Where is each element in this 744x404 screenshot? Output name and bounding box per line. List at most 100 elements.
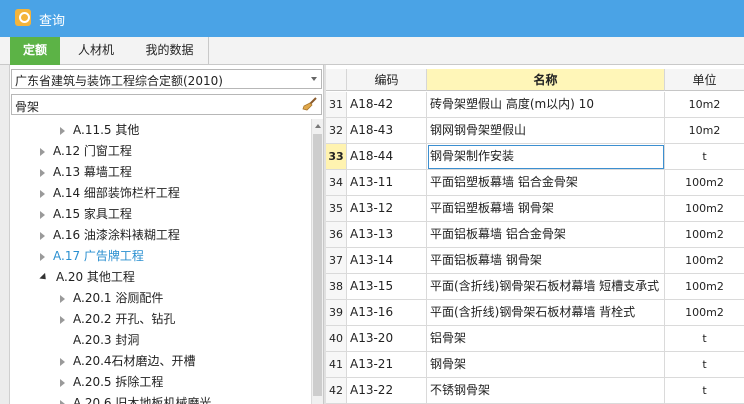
row-number-cell: 33: [326, 144, 347, 170]
tree-node[interactable]: A.12 门窗工程: [40, 141, 132, 162]
table-row[interactable]: 32 A18-43 钢网钢骨架塑假山 10m2: [326, 118, 744, 144]
tree-node[interactable]: A.15 家具工程: [40, 204, 132, 225]
code-column-header[interactable]: 编码: [347, 69, 427, 91]
name-cell: 平面铝塑板幕墙 铝合金骨架: [427, 170, 665, 196]
collapsed-triangle-icon[interactable]: [60, 399, 65, 404]
tree-node-label: A.12 门窗工程: [53, 144, 132, 158]
tree-node[interactable]: A.20.3 封洞: [60, 330, 139, 351]
tree-node[interactable]: A.20.1 浴厕配件: [60, 288, 163, 309]
table-row[interactable]: 38 A13-15 平面(含折线)钢骨架石板材幕墙 短槽支承式 100m2: [326, 274, 744, 300]
code-cell: A18-43: [347, 118, 427, 144]
row-number-cell: 32: [326, 118, 347, 144]
code-cell: A18-44: [347, 144, 427, 170]
tree-node[interactable]: A.20.4石材磨边、开槽: [60, 351, 196, 372]
collapsed-triangle-icon[interactable]: [40, 231, 45, 240]
collapsed-triangle-icon[interactable]: [40, 189, 45, 198]
quota-library-select[interactable]: 广东省建筑与装饰工程综合定额(2010): [11, 69, 322, 89]
search-input[interactable]: 骨架: [11, 94, 322, 115]
row-number-cell: 42: [326, 378, 347, 404]
tree-node-label: A.16 油漆涂料裱糊工程: [53, 228, 180, 242]
row-number-cell: 41: [326, 352, 347, 378]
name-cell: 钢骨架: [427, 352, 665, 378]
table-row[interactable]: 34 A13-11 平面铝塑板幕墙 铝合金骨架 100m2: [326, 170, 744, 196]
chevron-down-icon[interactable]: [311, 77, 317, 81]
code-cell: A13-20: [347, 326, 427, 352]
table-row[interactable]: 36 A13-13 平面铝板幕墙 铝合金骨架 100m2: [326, 222, 744, 248]
title-bar: 查询: [0, 0, 744, 37]
tab-labor-material-machine[interactable]: 人材机: [63, 37, 129, 65]
code-cell: A13-21: [347, 352, 427, 378]
collapsed-triangle-icon[interactable]: [40, 210, 45, 219]
collapsed-triangle-icon[interactable]: [40, 168, 45, 177]
tree-node[interactable]: A.20.5 拆除工程: [60, 372, 163, 393]
tree-node-label: A.15 家具工程: [53, 207, 132, 221]
clear-broom-icon[interactable]: [302, 97, 318, 111]
tree-node-label: A.14 细部装饰栏杆工程: [53, 186, 180, 200]
app-icon: [15, 9, 31, 26]
table-row[interactable]: 42 A13-22 不锈钢骨架 t: [326, 378, 744, 404]
unit-cell: 100m2: [665, 300, 744, 326]
collapsed-triangle-icon[interactable]: [60, 378, 65, 387]
name-cell: 平面铝板幕墙 铝合金骨架: [427, 222, 665, 248]
scroll-up-icon[interactable]: [315, 124, 321, 128]
quota-table: 编码 名称 单位 31 A18-42 砖骨架塑假山 高度(m以内) 10 10m2 32…: [326, 65, 744, 404]
collapsed-triangle-icon[interactable]: [40, 252, 45, 261]
name-cell: 平面(含折线)钢骨架石板材幕墙 背栓式: [427, 300, 665, 326]
collapsed-triangle-icon[interactable]: [60, 126, 65, 135]
unit-column-header[interactable]: 单位: [665, 69, 744, 91]
code-cell: A13-12: [347, 196, 427, 222]
tree-node[interactable]: A.11.5 其他: [60, 120, 139, 141]
search-value: 骨架: [15, 100, 40, 114]
tree-node[interactable]: A.17 广告牌工程: [40, 246, 144, 267]
unit-cell: t: [665, 352, 744, 378]
tab-my-data[interactable]: 我的数据: [131, 37, 209, 65]
unit-cell: t: [665, 378, 744, 404]
left-edge-strip: [0, 65, 10, 404]
collapsed-triangle-icon[interactable]: [40, 147, 45, 156]
row-number-cell: 37: [326, 248, 347, 274]
tree-node[interactable]: A.20.6 旧木地板机械磨光: [60, 393, 211, 404]
unit-cell: 100m2: [665, 274, 744, 300]
tree-node[interactable]: A.13 幕墙工程: [40, 162, 132, 183]
code-cell: A18-42: [347, 92, 427, 118]
row-number-header: [326, 69, 347, 91]
tree-scrollbar[interactable]: [311, 119, 323, 404]
tree-node[interactable]: A.14 细部装饰栏杆工程: [40, 183, 180, 204]
table-row[interactable]: 39 A13-16 平面(含折线)钢骨架石板材幕墙 背栓式 100m2: [326, 300, 744, 326]
name-cell: 砖骨架塑假山 高度(m以内) 10: [427, 92, 665, 118]
collapsed-triangle-icon[interactable]: [60, 357, 65, 366]
tree-node[interactable]: A.20 其他工程: [39, 267, 135, 288]
expanded-triangle-icon[interactable]: [39, 272, 49, 283]
row-number-cell: 34: [326, 170, 347, 196]
tree-node[interactable]: A.16 油漆涂料裱糊工程: [40, 225, 180, 246]
table-row[interactable]: 31 A18-42 砖骨架塑假山 高度(m以内) 10 10m2: [326, 92, 744, 118]
tree-node-label: A.17 广告牌工程: [53, 249, 144, 263]
code-cell: A13-22: [347, 378, 427, 404]
quota-library-value: 广东省建筑与装饰工程综合定额(2010): [15, 74, 223, 88]
name-cell: 不锈钢骨架: [427, 378, 665, 404]
code-cell: A13-13: [347, 222, 427, 248]
name-cell: 钢网钢骨架塑假山: [427, 118, 665, 144]
collapsed-triangle-icon[interactable]: [60, 294, 65, 303]
name-cell: 平面(含折线)钢骨架石板材幕墙 短槽支承式: [427, 274, 665, 300]
table-row[interactable]: 35 A13-12 平面铝塑板幕墙 钢骨架 100m2: [326, 196, 744, 222]
tree-node-label: A.20.2 开孔、钻孔: [73, 312, 176, 326]
tree-node-label: A.20 其他工程: [56, 270, 135, 284]
row-number-cell: 35: [326, 196, 347, 222]
row-number-cell: 36: [326, 222, 347, 248]
unit-cell: 100m2: [665, 248, 744, 274]
collapsed-triangle-icon[interactable]: [60, 315, 65, 324]
tree-node[interactable]: A.20.2 开孔、钻孔: [60, 309, 175, 330]
unit-cell: t: [665, 326, 744, 352]
tab-quota[interactable]: 定额: [10, 37, 60, 65]
chapter-tree: A.11.5 其他 A.12 门窗工程 A.13 幕墙工程 A.14 细部装饰栏杆工程…: [11, 119, 311, 404]
tab-bar: 定额 人材机 我的数据: [0, 37, 744, 65]
table-row[interactable]: 33 A18-44 钢骨架制作安装 t: [326, 144, 744, 170]
table-row[interactable]: 37 A13-14 平面铝板幕墙 钢骨架 100m2: [326, 248, 744, 274]
table-row[interactable]: 41 A13-21 钢骨架 t: [326, 352, 744, 378]
scroll-thumb[interactable]: [313, 134, 322, 396]
name-column-header[interactable]: 名称: [427, 69, 665, 91]
tree-node-label: A.20.3 封洞: [73, 333, 140, 347]
unit-cell: 10m2: [665, 118, 744, 144]
table-row[interactable]: 40 A13-20 铝骨架 t: [326, 326, 744, 352]
